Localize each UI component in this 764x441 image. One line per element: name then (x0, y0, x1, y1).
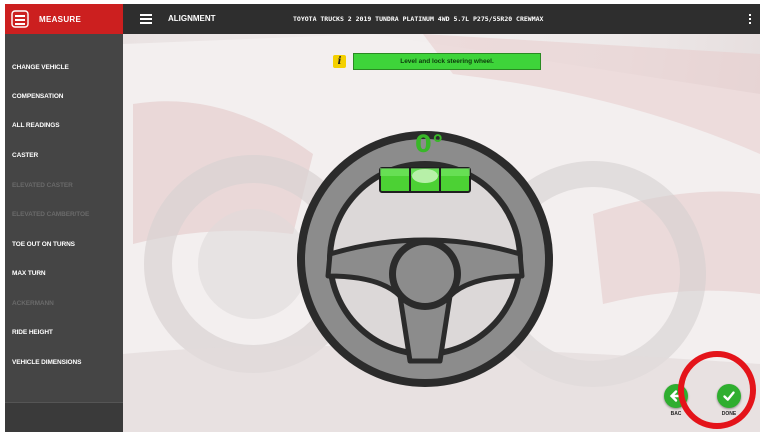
instruction-text: Level and lock steering wheel. (353, 52, 541, 70)
steering-angle-readout: 0° (415, 130, 444, 158)
page-title: ALIGNMENT (168, 14, 216, 23)
sidebar-item-all-readings[interactable]: ALL READINGS (12, 122, 60, 129)
sidebar-item-change-vehicle[interactable]: CHANGE VEHICLE (12, 64, 69, 71)
measure-tab[interactable]: MEASURE (5, 4, 123, 34)
sidebar-item-compensation[interactable]: COMPENSATION (12, 93, 64, 100)
sidebar-item-vehicle-dimensions[interactable]: VEHICLE DIMENSIONS (12, 359, 81, 366)
vehicle-info: TOYOTA TRUCKS 2 2019 TUNDRA PLATINUM 4WD… (293, 15, 544, 23)
steering-wheel-graphic (297, 131, 553, 387)
sidebar: CHANGE VEHICLE COMPENSATION ALL READINGS… (5, 34, 123, 432)
sidebar-item-elevated-caster: ELEVATED CASTER (12, 182, 73, 189)
measure-icon (11, 10, 29, 28)
top-bar: MEASURE ALIGNMENT TOYOTA TRUCKS 2 2019 T… (5, 4, 760, 34)
sidebar-item-toe-out-on-turns[interactable]: TOE OUT ON TURNS (12, 241, 75, 248)
hamburger-menu-icon[interactable] (140, 14, 152, 24)
info-icon: i (333, 54, 346, 68)
main-panel: i Level and lock steering wheel. 0° BAC … (123, 34, 760, 432)
measure-tab-label: MEASURE (39, 14, 82, 24)
callout-highlight-circle (678, 351, 756, 429)
sidebar-item-ride-height[interactable]: RIDE HEIGHT (12, 329, 53, 336)
instruction-banner: i Level and lock steering wheel. (333, 52, 541, 70)
sidebar-item-elevated-camber-toe: ELEVATED CAMBER/TOE (12, 211, 90, 218)
bubble-level-icon (379, 167, 471, 193)
sidebar-footer (5, 402, 123, 432)
kebab-menu-icon[interactable] (749, 14, 753, 26)
sidebar-item-ackermann: ACKERMANN (12, 300, 54, 307)
sidebar-item-caster[interactable]: CASTER (12, 152, 38, 159)
sidebar-item-max-turn[interactable]: MAX TURN (12, 270, 46, 277)
app-window: MEASURE ALIGNMENT TOYOTA TRUCKS 2 2019 T… (5, 4, 760, 432)
